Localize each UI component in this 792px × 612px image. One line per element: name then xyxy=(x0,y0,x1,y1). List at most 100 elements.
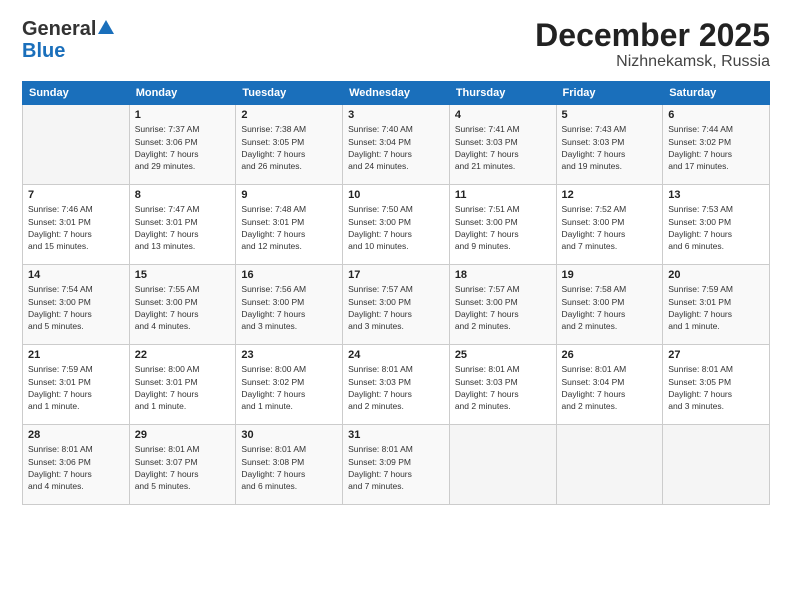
logo-blue: Blue xyxy=(22,40,65,62)
day-number: 17 xyxy=(348,269,444,281)
month-title: December 2025 xyxy=(535,18,770,53)
calendar-cell: 6 Sunrise: 7:44 AM Sunset: 3:02 PM Daylig… xyxy=(663,105,770,185)
calendar-cell: 4 Sunrise: 7:41 AM Sunset: 3:03 PM Daylig… xyxy=(449,105,556,185)
calendar-cell: 17Sunrise: 7:57 AM Sunset: 3:00 PM Dayli… xyxy=(343,265,450,345)
calendar-cell xyxy=(449,425,556,505)
header-day-tuesday: Tuesday xyxy=(236,82,343,105)
calendar-cell: 31 Sunrise: 8:01 AM Sunset: 3:09 PM Dayli… xyxy=(343,425,450,505)
day-number: 4 xyxy=(455,109,551,121)
calendar-cell: 27Sunrise: 8:01 AM Sunset: 3:05 PM Dayli… xyxy=(663,345,770,425)
calendar-cell: 21 Sunrise: 7:59 AM Sunset: 3:01 PM Dayli… xyxy=(23,345,130,425)
calendar-cell: 12 Sunrise: 7:52 AM Sunset: 3:00 PM Dayli… xyxy=(556,185,663,265)
day-number: 19 xyxy=(562,269,658,281)
day-info: Sunrise: 7:58 AM Sunset: 3:00 PM Dayligh… xyxy=(562,283,658,332)
calendar-cell: 9Sunrise: 7:48 AM Sunset: 3:01 PM Daylig… xyxy=(236,185,343,265)
calendar-cell xyxy=(23,105,130,185)
week-row-3: 14Sunrise: 7:54 AM Sunset: 3:00 PM Dayli… xyxy=(23,265,770,345)
day-info: Sunrise: 7:41 AM Sunset: 3:03 PM Dayligh… xyxy=(455,123,551,172)
day-number: 3 xyxy=(348,109,444,121)
day-number: 26 xyxy=(562,349,658,361)
day-number: 8 xyxy=(135,189,231,201)
day-number: 2 xyxy=(241,109,337,121)
day-number: 16 xyxy=(241,269,337,281)
day-number: 20 xyxy=(668,269,764,281)
calendar-cell: 8 Sunrise: 7:47 AM Sunset: 3:01 PM Daylig… xyxy=(129,185,236,265)
day-number: 12 xyxy=(562,189,658,201)
day-info: Sunrise: 7:59 AM Sunset: 3:01 PM Dayligh… xyxy=(28,363,124,412)
day-number: 7 xyxy=(28,189,124,201)
day-info: Sunrise: 7:44 AM Sunset: 3:02 PM Dayligh… xyxy=(668,123,764,172)
calendar-cell: 20Sunrise: 7:59 AM Sunset: 3:01 PM Dayli… xyxy=(663,265,770,345)
day-info: Sunrise: 7:40 AM Sunset: 3:04 PM Dayligh… xyxy=(348,123,444,172)
calendar-cell: 1 Sunrise: 7:37 AM Sunset: 3:06 PM Daylig… xyxy=(129,105,236,185)
day-info: Sunrise: 7:56 AM Sunset: 3:00 PM Dayligh… xyxy=(241,283,337,332)
day-info: Sunrise: 8:01 AM Sunset: 3:07 PM Dayligh… xyxy=(135,443,231,492)
day-number: 28 xyxy=(28,429,124,441)
day-number: 10 xyxy=(348,189,444,201)
day-info: Sunrise: 8:01 AM Sunset: 3:06 PM Dayligh… xyxy=(28,443,124,492)
day-info: Sunrise: 8:01 AM Sunset: 3:03 PM Dayligh… xyxy=(348,363,444,412)
day-number: 1 xyxy=(135,109,231,121)
day-info: Sunrise: 8:01 AM Sunset: 3:03 PM Dayligh… xyxy=(455,363,551,412)
calendar-cell: 26 Sunrise: 8:01 AM Sunset: 3:04 PM Dayli… xyxy=(556,345,663,425)
day-number: 11 xyxy=(455,189,551,201)
day-info: Sunrise: 7:57 AM Sunset: 3:00 PM Dayligh… xyxy=(455,283,551,332)
logo: General Blue xyxy=(22,18,115,62)
day-number: 18 xyxy=(455,269,551,281)
header: General Blue December 2025 Nizhnekamsk, … xyxy=(22,18,770,71)
day-info: Sunrise: 7:38 AM Sunset: 3:05 PM Dayligh… xyxy=(241,123,337,172)
day-number: 24 xyxy=(348,349,444,361)
day-info: Sunrise: 7:53 AM Sunset: 3:00 PM Dayligh… xyxy=(668,203,764,252)
calendar-cell: 30 Sunrise: 8:01 AM Sunset: 3:08 PM Dayli… xyxy=(236,425,343,505)
day-number: 29 xyxy=(135,429,231,441)
header-row: SundayMondayTuesdayWednesdayThursdayFrid… xyxy=(23,82,770,105)
day-number: 27 xyxy=(668,349,764,361)
header-day-friday: Friday xyxy=(556,82,663,105)
day-info: Sunrise: 7:51 AM Sunset: 3:00 PM Dayligh… xyxy=(455,203,551,252)
day-number: 23 xyxy=(241,349,337,361)
calendar-cell: 10 Sunrise: 7:50 AM Sunset: 3:00 PM Dayli… xyxy=(343,185,450,265)
day-number: 30 xyxy=(241,429,337,441)
header-day-wednesday: Wednesday xyxy=(343,82,450,105)
header-day-sunday: Sunday xyxy=(23,82,130,105)
calendar-table: SundayMondayTuesdayWednesdayThursdayFrid… xyxy=(22,81,770,505)
calendar-cell xyxy=(556,425,663,505)
calendar-cell: 14Sunrise: 7:54 AM Sunset: 3:00 PM Dayli… xyxy=(23,265,130,345)
calendar-cell xyxy=(663,425,770,505)
calendar-cell: 23Sunrise: 8:00 AM Sunset: 3:02 PM Dayli… xyxy=(236,345,343,425)
day-info: Sunrise: 8:00 AM Sunset: 3:01 PM Dayligh… xyxy=(135,363,231,412)
calendar-cell: 25Sunrise: 8:01 AM Sunset: 3:03 PM Dayli… xyxy=(449,345,556,425)
week-row-2: 7Sunrise: 7:46 AM Sunset: 3:01 PM Daylig… xyxy=(23,185,770,265)
day-number: 5 xyxy=(562,109,658,121)
day-info: Sunrise: 8:01 AM Sunset: 3:09 PM Dayligh… xyxy=(348,443,444,492)
calendar-cell: 2 Sunrise: 7:38 AM Sunset: 3:05 PM Daylig… xyxy=(236,105,343,185)
day-info: Sunrise: 8:01 AM Sunset: 3:04 PM Dayligh… xyxy=(562,363,658,412)
day-info: Sunrise: 7:37 AM Sunset: 3:06 PM Dayligh… xyxy=(135,123,231,172)
calendar-cell: 3 Sunrise: 7:40 AM Sunset: 3:04 PM Daylig… xyxy=(343,105,450,185)
calendar-cell: 19 Sunrise: 7:58 AM Sunset: 3:00 PM Dayli… xyxy=(556,265,663,345)
page: General Blue December 2025 Nizhnekamsk, … xyxy=(0,0,792,612)
logo-general: General xyxy=(22,18,96,40)
title-block: December 2025 Nizhnekamsk, Russia xyxy=(535,18,770,71)
day-info: Sunrise: 7:50 AM Sunset: 3:00 PM Dayligh… xyxy=(348,203,444,252)
calendar-cell: 11 Sunrise: 7:51 AM Sunset: 3:00 PM Dayli… xyxy=(449,185,556,265)
header-day-thursday: Thursday xyxy=(449,82,556,105)
day-info: Sunrise: 7:52 AM Sunset: 3:00 PM Dayligh… xyxy=(562,203,658,252)
calendar-cell: 5Sunrise: 7:43 AM Sunset: 3:03 PM Daylig… xyxy=(556,105,663,185)
week-row-4: 21 Sunrise: 7:59 AM Sunset: 3:01 PM Dayli… xyxy=(23,345,770,425)
day-info: Sunrise: 8:01 AM Sunset: 3:08 PM Dayligh… xyxy=(241,443,337,492)
calendar-cell: 16 Sunrise: 7:56 AM Sunset: 3:00 PM Dayli… xyxy=(236,265,343,345)
calendar-cell: 18 Sunrise: 7:57 AM Sunset: 3:00 PM Dayli… xyxy=(449,265,556,345)
day-info: Sunrise: 7:48 AM Sunset: 3:01 PM Dayligh… xyxy=(241,203,337,252)
week-row-5: 28 Sunrise: 8:01 AM Sunset: 3:06 PM Dayli… xyxy=(23,425,770,505)
calendar-cell: 13Sunrise: 7:53 AM Sunset: 3:00 PM Dayli… xyxy=(663,185,770,265)
day-info: Sunrise: 7:47 AM Sunset: 3:01 PM Dayligh… xyxy=(135,203,231,252)
day-number: 31 xyxy=(348,429,444,441)
day-number: 15 xyxy=(135,269,231,281)
day-number: 22 xyxy=(135,349,231,361)
calendar-cell: 24 Sunrise: 8:01 AM Sunset: 3:03 PM Dayli… xyxy=(343,345,450,425)
day-number: 6 xyxy=(668,109,764,121)
day-number: 21 xyxy=(28,349,124,361)
calendar-cell: 7Sunrise: 7:46 AM Sunset: 3:01 PM Daylig… xyxy=(23,185,130,265)
calendar-cell: 22 Sunrise: 8:00 AM Sunset: 3:01 PM Dayli… xyxy=(129,345,236,425)
